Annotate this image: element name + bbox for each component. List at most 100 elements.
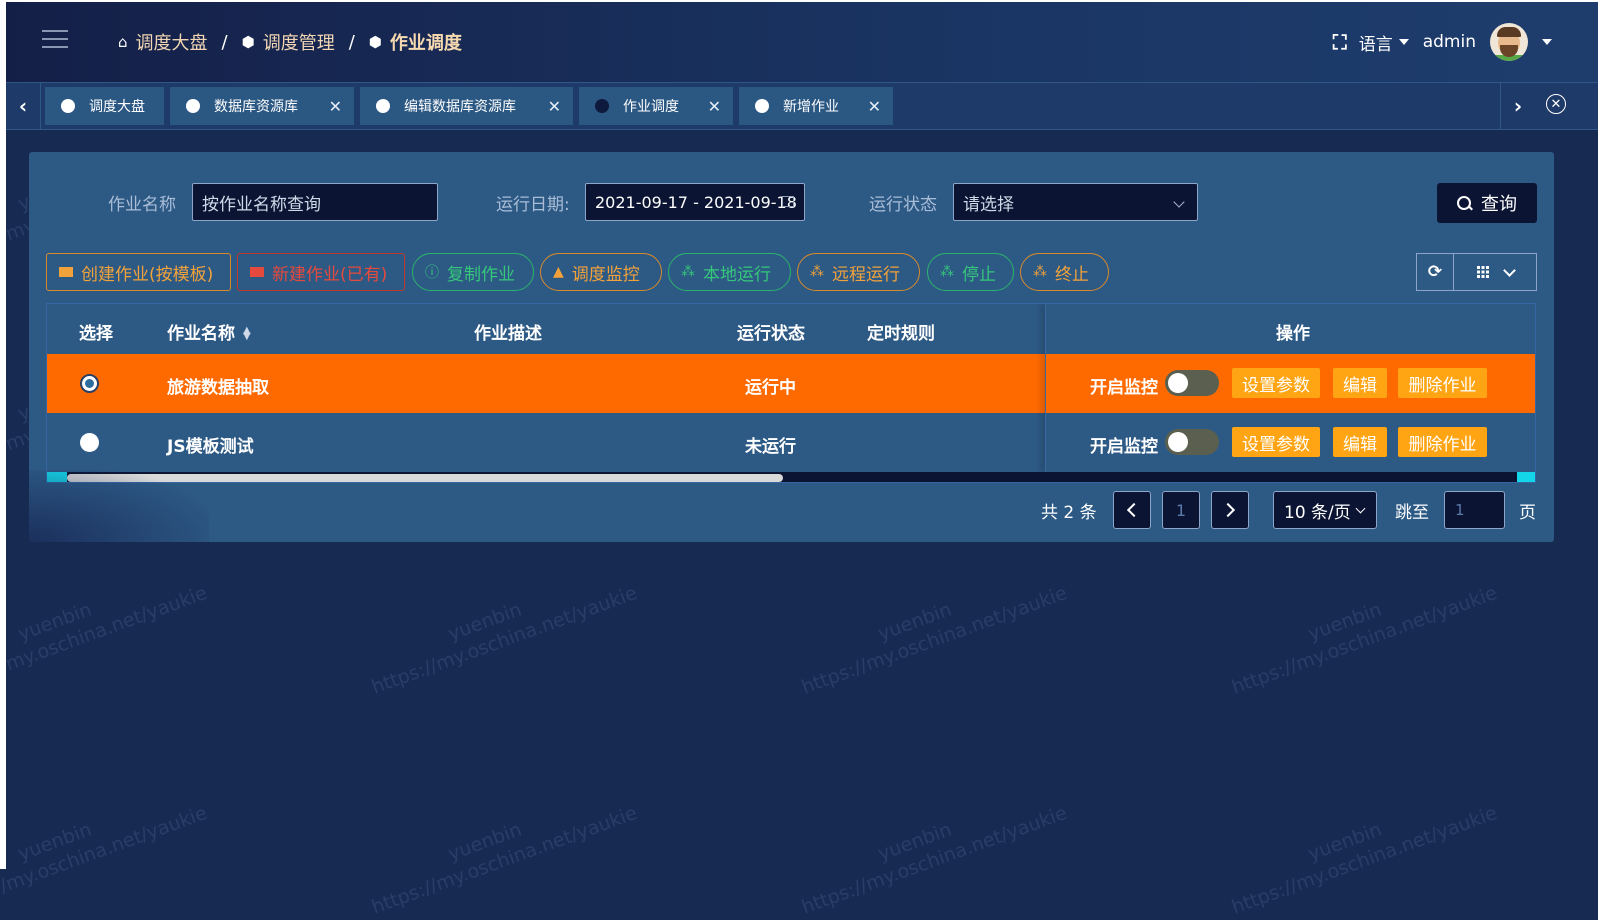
tab-status-dot bbox=[755, 99, 769, 113]
fullscreen-icon[interactable]: ⛶ bbox=[1333, 30, 1347, 54]
row-select-radio[interactable] bbox=[80, 374, 99, 393]
cluster-icon: ⁂ bbox=[1033, 264, 1047, 280]
button-label: 远程运行 bbox=[832, 264, 900, 285]
job-name-placeholder: 按作业名称查询 bbox=[202, 194, 321, 215]
column-toggle-button[interactable] bbox=[1454, 253, 1537, 291]
next-page-button[interactable] bbox=[1211, 491, 1249, 529]
ops-cell: 开启监控 设置参数 编辑 删除作业 bbox=[1046, 354, 1535, 413]
username[interactable]: admin bbox=[1423, 32, 1476, 52]
new-job-existing-button[interactable]: 新建作业(已有) bbox=[237, 253, 405, 291]
tab-close-icon[interactable]: ✕ bbox=[868, 97, 881, 116]
job-table: 选择 作业名称 ▲▼ 作业描述 运行状态 定时规则 操作 旅游数据抽取 运行中 J… bbox=[46, 303, 1536, 483]
run-status-placeholder: 请选择 bbox=[963, 194, 1014, 215]
chevron-down-icon bbox=[1173, 196, 1185, 208]
card-icon bbox=[250, 267, 264, 277]
monitor-label: 开启监控 bbox=[1090, 437, 1158, 457]
tab-label: 数据库资源库 bbox=[214, 99, 298, 115]
refresh-icon[interactable]: ⟳ bbox=[1416, 253, 1454, 291]
run-status-select[interactable]: 请选择 bbox=[953, 183, 1198, 221]
user-menu-caret-icon[interactable] bbox=[1542, 39, 1552, 45]
tab-database-repo[interactable]: 数据库资源库 ✕ bbox=[170, 87, 354, 125]
edit-button[interactable]: 编辑 bbox=[1333, 427, 1387, 457]
tab-close-icon[interactable]: ✕ bbox=[548, 97, 561, 116]
header-right-tools: ⛶ 语言 admin bbox=[1333, 22, 1528, 62]
prev-page-button[interactable] bbox=[1113, 491, 1151, 529]
cube-icon: ⬢ bbox=[368, 33, 382, 51]
stop-button[interactable]: ⁂ 停止 bbox=[927, 253, 1014, 291]
page-size-select[interactable]: 10 条/页 bbox=[1273, 491, 1377, 529]
local-run-button[interactable]: ⁂ 本地运行 bbox=[668, 253, 791, 291]
tab-close-icon[interactable]: ✕ bbox=[708, 97, 721, 116]
query-button[interactable]: 查询 bbox=[1437, 183, 1537, 223]
tab-status-dot bbox=[376, 99, 390, 113]
chevron-right-icon bbox=[1220, 502, 1236, 518]
chevron-down-icon bbox=[1355, 503, 1366, 513]
breadcrumb-label: 作业调度 bbox=[389, 33, 462, 54]
menu-toggle-icon[interactable] bbox=[42, 30, 68, 50]
breadcrumb-item-job-schedule: ⬢ 作业调度 bbox=[369, 29, 462, 55]
remote-run-button[interactable]: ⁂ 远程运行 bbox=[797, 253, 920, 291]
col-job-name[interactable]: 作业名称 ▲ ▼ bbox=[167, 319, 251, 344]
cell-job-name: JS模板测试 bbox=[167, 437, 254, 457]
monitor-toggle[interactable] bbox=[1165, 370, 1219, 396]
terminate-button[interactable]: ⁂ 终止 bbox=[1020, 253, 1109, 291]
sort-icon[interactable]: ▲ ▼ bbox=[243, 326, 251, 342]
query-label: 查询 bbox=[1481, 194, 1517, 215]
page-number-button[interactable]: 1 bbox=[1162, 491, 1200, 529]
card-icon bbox=[59, 267, 73, 277]
breadcrumb-item-schedule-manage[interactable]: ⬢ 调度管理 bbox=[242, 29, 335, 55]
close-all-tabs-icon[interactable]: ✕ bbox=[1546, 94, 1566, 114]
tab-add-job[interactable]: 新增作业 ✕ bbox=[739, 87, 893, 125]
chevron-left-icon bbox=[1126, 502, 1142, 518]
horizontal-scrollbar[interactable] bbox=[47, 472, 1535, 482]
breadcrumb-label: 调度大盘 bbox=[135, 33, 208, 54]
chevron-down-icon bbox=[1502, 263, 1516, 277]
run-date-value: 2021-09-17 - 2021-09-18 bbox=[595, 192, 797, 212]
col-select: 选择 bbox=[79, 324, 113, 344]
cube-icon: ⬢ bbox=[241, 33, 255, 51]
button-label: 复制作业 bbox=[447, 264, 515, 285]
delete-job-button[interactable]: 删除作业 bbox=[1398, 368, 1487, 398]
breadcrumb-item-dashboard[interactable]: ⌂ 调度大盘 bbox=[118, 29, 208, 55]
col-operations: 操作 bbox=[1276, 324, 1310, 344]
ops-cell: 开启监控 设置参数 编辑 删除作业 bbox=[1046, 413, 1535, 472]
run-date-range-input[interactable]: 2021-09-17 - 2021-09-18 bbox=[585, 183, 805, 221]
calendar-icon bbox=[782, 196, 794, 207]
copy-job-button[interactable]: ⓘ 复制作业 bbox=[412, 253, 534, 291]
jump-page-input[interactable]: 1 bbox=[1444, 491, 1505, 529]
tabs-scroll-left-icon[interactable]: ‹ bbox=[6, 83, 41, 129]
breadcrumb-separator: / bbox=[221, 31, 228, 53]
tab-close-icon[interactable]: ✕ bbox=[329, 97, 342, 116]
button-label: 停止 bbox=[962, 264, 996, 285]
tab-label: 新增作业 bbox=[783, 99, 839, 115]
breadcrumb-label: 调度管理 bbox=[262, 33, 335, 54]
caret-down-icon bbox=[1398, 39, 1409, 45]
tab-status-dot bbox=[61, 99, 75, 113]
job-name-input[interactable]: 按作业名称查询 bbox=[192, 183, 438, 221]
button-label: 终止 bbox=[1055, 264, 1089, 285]
button-label: 新建作业(已有) bbox=[272, 264, 388, 285]
create-job-template-button[interactable]: 创建作业(按模板) bbox=[46, 253, 231, 291]
row-select-radio[interactable] bbox=[80, 433, 99, 452]
col-job-name-label: 作业名称 bbox=[167, 324, 235, 344]
edit-button[interactable]: 编辑 bbox=[1333, 368, 1387, 398]
bell-icon: ▲ bbox=[553, 264, 564, 280]
jump-label: 跳至 bbox=[1395, 503, 1429, 523]
language-dropdown[interactable]: 语言 bbox=[1359, 30, 1409, 55]
tab-job-schedule[interactable]: 作业调度 ✕ bbox=[579, 87, 733, 125]
tab-dashboard[interactable]: 调度大盘 bbox=[45, 87, 164, 125]
home-icon: ⌂ bbox=[118, 33, 128, 51]
tabs-bar: ‹ 调度大盘 数据库资源库 ✕ 编辑数据库资源库 ✕ 作业调度 ✕ 新增作业 ✕… bbox=[6, 82, 1598, 130]
tab-label: 编辑数据库资源库 bbox=[404, 99, 516, 115]
schedule-monitor-button[interactable]: ▲ 调度监控 bbox=[540, 253, 662, 291]
cell-run-status: 未运行 bbox=[745, 437, 796, 457]
delete-job-button[interactable]: 删除作业 bbox=[1398, 427, 1487, 457]
run-status-label: 运行状态 bbox=[869, 195, 937, 215]
avatar[interactable] bbox=[1490, 23, 1528, 61]
top-header: ⌂ 调度大盘 / ⬢ 调度管理 / ⬢ 作业调度 ⛶ 语言 admin bbox=[6, 2, 1598, 82]
set-params-button[interactable]: 设置参数 bbox=[1232, 368, 1320, 398]
tab-edit-database-repo[interactable]: 编辑数据库资源库 ✕ bbox=[360, 87, 573, 125]
monitor-toggle[interactable] bbox=[1165, 429, 1219, 455]
tabs-scroll-right-icon[interactable]: › bbox=[1500, 83, 1535, 129]
set-params-button[interactable]: 设置参数 bbox=[1232, 427, 1320, 457]
